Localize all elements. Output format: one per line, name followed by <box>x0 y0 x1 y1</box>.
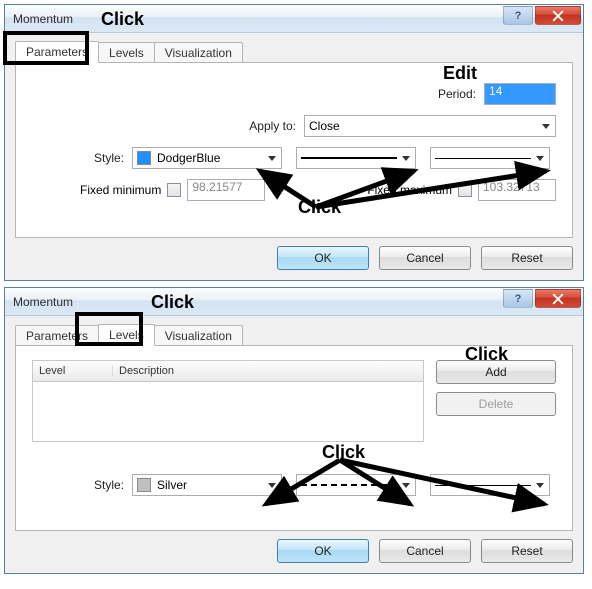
style-linewidth-combo[interactable] <box>430 474 550 496</box>
tab-parameters-label: Parameters <box>26 45 88 59</box>
titlebar[interactable]: Momentum ? <box>5 5 583 33</box>
reset-label: Reset <box>511 251 542 265</box>
annotation-click-combos: Click <box>322 442 365 463</box>
dialog-button-row: OK Cancel Reset <box>15 246 573 270</box>
tab-levels-label: Levels <box>109 46 144 60</box>
line-solid-icon <box>301 157 397 159</box>
style-label: Style: <box>32 151 132 165</box>
add-label: Add <box>485 365 506 379</box>
period-value: 14 <box>489 84 502 98</box>
help-button[interactable]: ? <box>503 289 533 308</box>
window-title: Momentum <box>13 12 73 26</box>
window-title: Momentum <box>13 295 73 309</box>
style-color-combo[interactable]: DodgerBlue <box>132 147 282 169</box>
tab-strip: Parameters Levels Visualization <box>15 39 573 63</box>
style-color-name: Silver <box>157 478 187 492</box>
add-button[interactable]: Add <box>436 360 556 384</box>
tab-strip: Parameters Levels Visualization <box>15 322 573 346</box>
tab-parameters[interactable]: Parameters <box>15 41 99 63</box>
cancel-label: Cancel <box>406 251 443 265</box>
style-color-name: DodgerBlue <box>157 151 220 165</box>
fixed-min-input[interactable]: 98.21577 <box>187 179 265 201</box>
style-color-combo[interactable]: Silver <box>132 474 282 496</box>
tab-parameters-label: Parameters <box>26 329 88 343</box>
ok-button[interactable]: OK <box>277 246 369 270</box>
tab-parameters[interactable]: Parameters <box>15 325 99 346</box>
reset-button[interactable]: Reset <box>481 246 573 270</box>
reset-label: Reset <box>511 544 542 558</box>
line-thin-icon <box>435 158 531 159</box>
cancel-button[interactable]: Cancel <box>379 246 471 270</box>
ok-label: OK <box>314 544 331 558</box>
help-button[interactable]: ? <box>503 6 533 25</box>
apply-to-value: Close <box>309 119 340 133</box>
line-thin-icon <box>435 485 531 486</box>
delete-label: Delete <box>479 397 514 411</box>
titlebar[interactable]: Momentum ? <box>5 288 583 316</box>
fixed-min-checkbox[interactable] <box>167 183 181 197</box>
cancel-label: Cancel <box>406 544 443 558</box>
cancel-button[interactable]: Cancel <box>379 539 471 563</box>
fixed-max-checkbox[interactable] <box>458 183 472 197</box>
period-label: Period: <box>438 87 484 101</box>
fixed-min-label: Fixed minimum <box>80 183 161 197</box>
tab-visualization-label: Visualization <box>165 46 232 60</box>
style-linewidth-combo[interactable] <box>430 147 550 169</box>
ok-button[interactable]: OK <box>277 539 369 563</box>
tab-levels[interactable]: Levels <box>98 324 155 346</box>
close-button[interactable] <box>535 6 581 25</box>
dialog-button-row: OK Cancel Reset <box>15 539 573 563</box>
close-button[interactable] <box>535 289 581 308</box>
levels-panel: Level Description Add Delete Click Style… <box>15 345 573 531</box>
ok-label: OK <box>314 251 331 265</box>
line-dashed-icon <box>301 484 397 486</box>
fixed-max-label: Fixed maximum <box>367 183 452 197</box>
tab-visualization-label: Visualization <box>165 329 232 343</box>
style-label: Style: <box>32 478 132 492</box>
tab-visualization[interactable]: Visualization <box>154 325 243 346</box>
dialog-momentum-levels: Momentum ? Click Click Parameters Levels… <box>4 287 584 574</box>
levels-list[interactable] <box>32 382 424 442</box>
col-level[interactable]: Level <box>33 365 113 377</box>
style-linepattern-combo[interactable] <box>296 147 416 169</box>
fixed-max-value: 103.32713 <box>483 180 540 194</box>
fixed-max-input[interactable]: 103.32713 <box>478 179 556 201</box>
color-swatch <box>137 478 151 492</box>
style-linepattern-combo[interactable] <box>296 474 416 496</box>
dialog-momentum-parameters: Momentum ? Click Edit Parameters Levels … <box>4 4 584 281</box>
fixed-min-value: 98.21577 <box>192 180 242 194</box>
period-input[interactable]: 14 <box>484 83 556 105</box>
apply-to-label: Apply to: <box>249 119 304 133</box>
col-description[interactable]: Description <box>113 365 423 377</box>
tab-levels[interactable]: Levels <box>98 42 155 63</box>
parameters-panel: Period: 14 Apply to: Close Style: Dodger… <box>15 62 573 238</box>
tab-visualization[interactable]: Visualization <box>154 42 243 63</box>
levels-list-header: Level Description <box>32 360 424 382</box>
color-swatch <box>137 151 151 165</box>
reset-button[interactable]: Reset <box>481 539 573 563</box>
apply-to-combo[interactable]: Close <box>304 115 556 137</box>
delete-button[interactable]: Delete <box>436 392 556 416</box>
tab-levels-label: Levels <box>109 328 144 342</box>
